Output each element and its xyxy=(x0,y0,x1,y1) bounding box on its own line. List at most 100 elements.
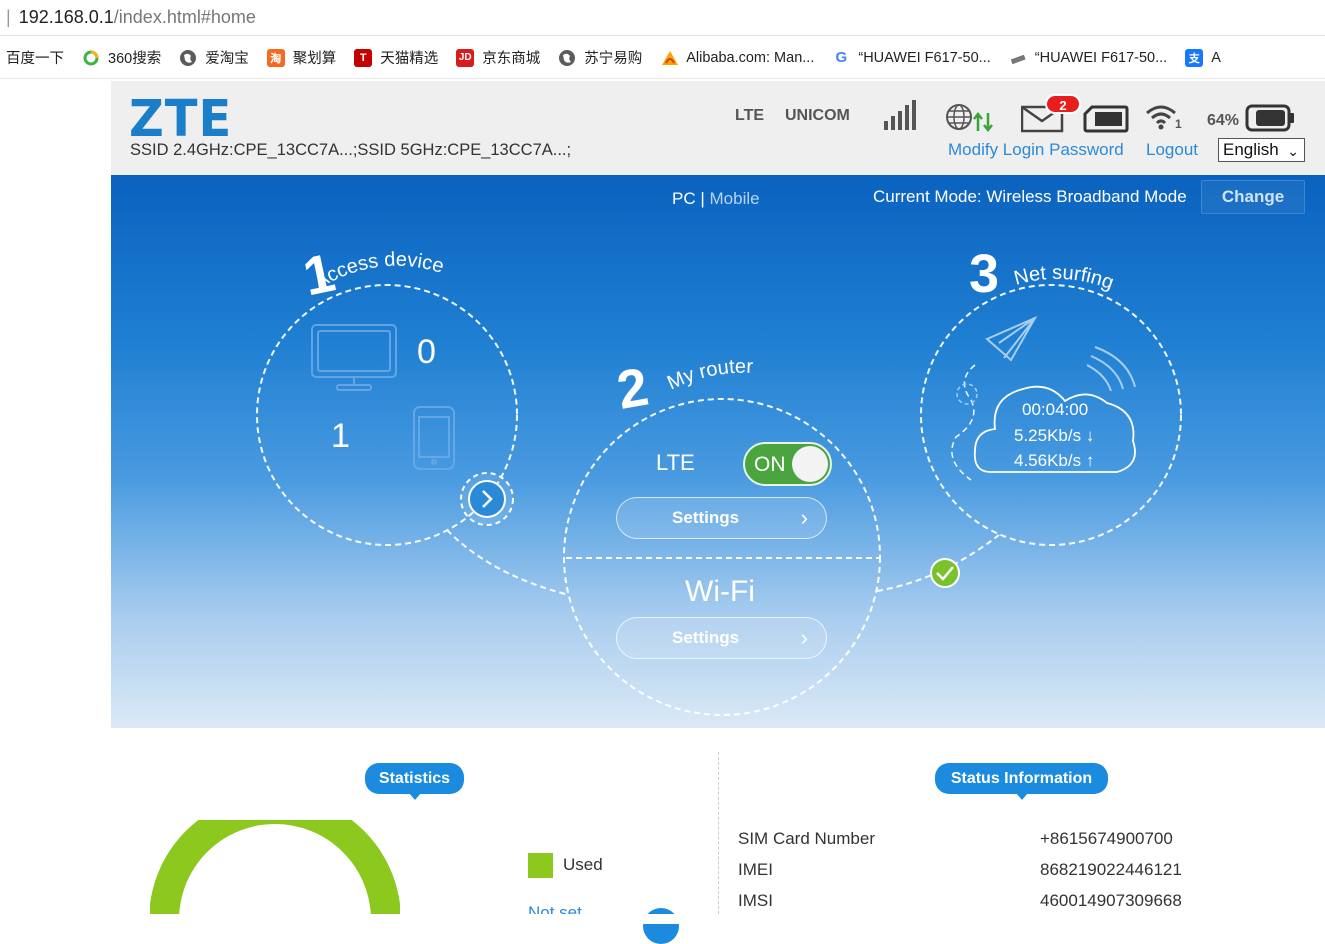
pc-device-count: 0 xyxy=(417,333,436,371)
360-icon xyxy=(82,49,100,67)
tmall-icon: T xyxy=(354,48,373,67)
router-header: ZTE SSID 2.4GHz:CPE_13CC7A...;SSID 5GHz:… xyxy=(111,81,1325,175)
google-icon: G xyxy=(835,49,848,66)
router-icon xyxy=(1009,49,1027,67)
internet-connected-icon xyxy=(946,104,993,133)
wifi-status-icon xyxy=(1146,105,1176,130)
step-3-number: 3 xyxy=(969,244,999,304)
unread-messages-badge: 2 xyxy=(1045,94,1081,114)
bookmark-label: 爱淘宝 xyxy=(205,51,249,67)
bookmark-huawei-2[interactable]: “HUAWEI F617-50... xyxy=(1009,37,1168,78)
chevron-right-icon: › xyxy=(800,505,808,530)
lte-label: LTE xyxy=(656,450,695,475)
bookmark-label: “HUAWEI F617-50... xyxy=(1034,49,1168,66)
status-key: IMSI xyxy=(738,891,773,910)
status-row-sim: SIM Card Number +8615674900700 xyxy=(738,829,1258,853)
pc-monitor-icon xyxy=(311,324,397,391)
lte-settings-button[interactable]: Settings › xyxy=(616,497,827,539)
statistics-tab[interactable]: Statistics xyxy=(365,763,464,800)
battery-icon xyxy=(1245,104,1294,132)
bookmark-label: 苏宁易购 xyxy=(584,51,643,67)
url-path: /index.html#home xyxy=(113,7,256,27)
status-information-tab[interactable]: Status Information xyxy=(935,763,1108,800)
operator-name: UNICOM xyxy=(785,107,850,124)
globe-icon xyxy=(179,49,197,67)
phone-icon xyxy=(413,406,455,470)
chevron-right-icon: › xyxy=(800,625,808,650)
chevron-down-icon: ⌄ xyxy=(1287,143,1299,159)
status-row-imsi: IMSI 460014907309668 xyxy=(738,891,1258,915)
logout-link[interactable]: Logout xyxy=(1146,140,1198,160)
battery-percentage: 64% xyxy=(1207,112,1240,129)
bookmark-baidu[interactable]: 百度一下 xyxy=(6,37,64,78)
access-device-next-button xyxy=(460,472,514,526)
step-2-number: 2 xyxy=(613,357,653,421)
wifi-label: Wi-Fi xyxy=(685,575,755,608)
bookmark-aitaobao[interactable]: 爱淘宝 xyxy=(179,37,249,78)
bookmark-label: 京东商城 xyxy=(482,51,541,67)
home-dashboard-banner: PC | Mobile Current Mode: Wireless Broad… xyxy=(111,175,1325,728)
bookmark-label: 聚划算 xyxy=(292,51,337,67)
mobile-device-count: 1 xyxy=(331,417,350,455)
bookmark-huawei-1[interactable]: G “HUAWEI F617-50... xyxy=(832,37,991,78)
bookmark-label: 百度一下 xyxy=(6,51,64,67)
url-host: 192.168.0.1 xyxy=(18,7,114,27)
step-1-title: Access device xyxy=(310,249,446,294)
alipay-icon: 支 xyxy=(1185,48,1204,67)
bookmarks-bar: 百度一下 360搜索 爱淘宝 淘 聚划算 T 天猫精选 JD 京东商城 苏宁易购… xyxy=(0,37,1325,79)
juhuasuan-icon: 淘 xyxy=(266,48,285,67)
wifi-settings-button[interactable]: Settings › xyxy=(616,617,827,659)
step-3-title: Net surfing xyxy=(1012,262,1117,294)
status-value: 868219022446121 xyxy=(1040,860,1182,879)
signal-strength-icon xyxy=(884,100,916,130)
status-value: 460014907309668 xyxy=(1040,891,1182,910)
lte-toggle-state: ON xyxy=(754,453,786,476)
globe-icon xyxy=(558,49,576,67)
bookmark-suning[interactable]: 苏宁易购 xyxy=(558,37,643,78)
settings-label: Settings xyxy=(672,508,740,527)
address-bar[interactable]: | 192.168.0.1/index.html#home xyxy=(0,0,1325,36)
language-select[interactable]: English ⌄ xyxy=(1218,138,1305,162)
settings-label: Settings xyxy=(672,628,740,647)
data-usage-donut-chart xyxy=(150,820,400,921)
toggle-knob xyxy=(792,446,828,482)
lte-toggle-switch[interactable]: ON xyxy=(743,442,832,486)
step-2-title: My router xyxy=(664,356,754,395)
status-key: SIM Card Number xyxy=(738,829,875,848)
zte-logo: ZTE xyxy=(129,89,233,149)
bookmark-label: Alibaba.com: Man... xyxy=(686,49,815,66)
text-cursor: | xyxy=(6,7,11,27)
panel-divider xyxy=(718,752,719,924)
upload-speed: 4.56Kb/s ↑ xyxy=(1014,451,1095,470)
modify-login-password-link[interactable]: Modify Login Password xyxy=(948,140,1124,160)
wifi-client-count: 1 xyxy=(1175,117,1182,131)
connected-check-icon xyxy=(930,558,960,588)
bookmark-label: A xyxy=(1211,49,1221,66)
bookmark-juhuasuan[interactable]: 淘 聚划算 xyxy=(266,37,337,78)
bookmark-360[interactable]: 360搜索 xyxy=(82,37,162,78)
bookmark-label: 天猫精选 xyxy=(380,51,439,67)
language-selected-value: English xyxy=(1223,140,1279,159)
connection-duration: 00:04:00 xyxy=(1022,400,1089,419)
bookmark-label: “HUAWEI F617-50... xyxy=(858,49,991,66)
wireless-waves-icon xyxy=(1086,346,1136,392)
network-type: LTE xyxy=(735,107,765,124)
viewport-bottom-edge xyxy=(0,914,1325,924)
status-value: +8615674900700 xyxy=(1040,829,1173,848)
bookmark-jd[interactable]: JD 京东商城 xyxy=(456,37,541,78)
bookmark-tmall[interactable]: T 天猫精选 xyxy=(354,37,439,78)
bookmark-label: 360搜索 xyxy=(108,51,162,67)
used-legend-swatch xyxy=(528,853,553,878)
used-legend-label: Used xyxy=(563,855,603,874)
used-arc xyxy=(150,820,400,921)
sim-card-icon xyxy=(1083,105,1129,133)
bookmark-alipay[interactable]: 支 A xyxy=(1185,37,1221,78)
paper-plane-icon xyxy=(985,315,1038,362)
ssid-info: SSID 2.4GHz:CPE_13CC7A...;SSID 5GHz:CPE_… xyxy=(130,141,572,159)
jd-icon: JD xyxy=(456,48,475,67)
bookmark-alibaba[interactable]: Alibaba.com: Man... xyxy=(660,37,815,78)
download-speed: 5.25Kb/s ↓ xyxy=(1014,426,1095,445)
alibaba-icon xyxy=(660,49,679,67)
link-device-router xyxy=(446,529,570,596)
status-row-imei: IMEI 868219022446121 xyxy=(738,860,1258,884)
